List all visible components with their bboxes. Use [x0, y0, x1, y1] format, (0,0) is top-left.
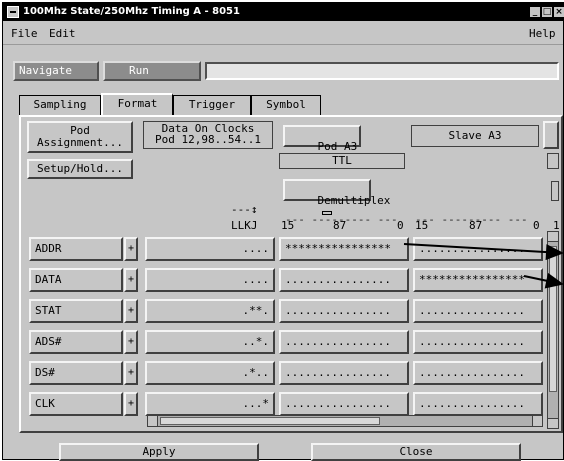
slave-a3-bit-cell[interactable]: ................ — [413, 392, 543, 416]
slave-a3-label: Slave A3 — [411, 125, 539, 147]
vertical-scrollbar[interactable] — [547, 231, 559, 429]
navigate-button[interactable]: Navigate — [13, 61, 99, 81]
clock-header: LLKJ — [231, 219, 258, 232]
clock-assignment-cell[interactable]: .... — [145, 237, 275, 261]
minimize-icon[interactable]: _ — [529, 6, 541, 18]
clock-header-top: ---↕ — [231, 203, 258, 216]
right-panel-scroll-slot-3[interactable] — [551, 181, 559, 201]
main-window: 100Mhz State/250Mhz Timing A - 8051 _ □ … — [2, 2, 564, 461]
demultiplex-label: Demultiplex — [317, 194, 391, 207]
menu-edit[interactable]: Edit — [49, 27, 76, 40]
window-title: 100Mhz State/250Mhz Timing A - 8051 — [23, 6, 240, 17]
pod-assignment-button[interactable]: Pod Assignment... — [27, 121, 133, 153]
data-on-clocks-label: Data On Clocks Pod 12,98..54..1 — [143, 121, 273, 149]
scroll-right-icon[interactable] — [532, 416, 542, 426]
row-label-name[interactable]: CLK — [29, 392, 123, 416]
tab-trigger[interactable]: Trigger — [173, 95, 251, 115]
pod-b-bit-0: 0 — [533, 219, 540, 232]
hscroll-thumb[interactable] — [160, 417, 380, 425]
row-expand-button[interactable]: + — [124, 299, 138, 323]
row-label-name[interactable]: ADDR — [29, 237, 123, 261]
demultiplex-selector[interactable]: Demultiplex — [283, 179, 390, 215]
pod-a3-label: Pod A3 — [317, 140, 358, 153]
pod-a-bit-0: 0 — [397, 219, 404, 232]
close-button[interactable]: Close — [311, 443, 521, 461]
row-expand-button[interactable]: + — [124, 330, 138, 354]
tab-format[interactable]: Format — [101, 93, 173, 115]
slave-a3-bit-cell[interactable]: ................ — [413, 361, 543, 385]
scroll-thumb[interactable] — [549, 246, 557, 392]
row-expand-button[interactable]: + — [124, 392, 138, 416]
menu-bar: File Edit Help — [3, 23, 563, 45]
row-expand-button[interactable]: + — [124, 361, 138, 385]
status-field — [205, 62, 559, 80]
setup-hold-button[interactable]: Setup/Hold... — [27, 159, 133, 179]
pod-a3-selector[interactable]: Pod A3 — [283, 125, 361, 161]
scroll-down-icon[interactable] — [548, 418, 558, 428]
title-bar: 100Mhz State/250Mhz Timing A - 8051 _ □ … — [3, 3, 564, 21]
window-menu-icon[interactable] — [7, 6, 19, 18]
horizontal-scrollbar[interactable] — [147, 415, 543, 427]
scroll-up-icon[interactable] — [548, 232, 558, 242]
menu-help[interactable]: Help — [529, 27, 556, 40]
pod-a3-bit-cell[interactable]: ................ — [279, 392, 409, 416]
row-label-name[interactable]: DATA — [29, 268, 123, 292]
pod-a-bit-15: 15 — [281, 219, 295, 232]
tab-sampling[interactable]: Sampling — [19, 95, 101, 115]
menu-file[interactable]: File — [11, 27, 38, 40]
bottom-bar: Apply Close — [3, 443, 563, 461]
slave-a3-bit-cell[interactable]: ................ — [413, 299, 543, 323]
pod-a3-bit-cell[interactable]: ................ — [279, 268, 409, 292]
pod-a3-bit-cell[interactable]: ................ — [279, 361, 409, 385]
clock-assignment-cell[interactable]: .*.. — [145, 361, 275, 385]
pod-a3-bit-cell[interactable]: ................ — [279, 299, 409, 323]
clock-assignment-cell[interactable]: .**. — [145, 299, 275, 323]
row-label-name[interactable]: ADS# — [29, 330, 123, 354]
clock-assignment-cell[interactable]: ...* — [145, 392, 275, 416]
pod-a3-bit-cell[interactable]: **************** — [279, 237, 409, 261]
row-label-name[interactable]: DS# — [29, 361, 123, 385]
pod-a-bit-87: 87 — [333, 219, 347, 232]
ttl-label: TTL — [279, 153, 405, 169]
tab-symbol[interactable]: Symbol — [251, 95, 321, 115]
pod-b-bit-87: 87 — [469, 219, 483, 232]
apply-button[interactable]: Apply — [59, 443, 259, 461]
pod-a3-bit-cell[interactable]: ................ — [279, 330, 409, 354]
right-panel-scroll-slot[interactable] — [543, 121, 559, 149]
close-icon[interactable]: × — [553, 6, 564, 18]
toolbar: Navigate Run — [3, 61, 563, 83]
row-expand-button[interactable]: + — [124, 237, 138, 261]
clock-assignment-cell[interactable]: .... — [145, 268, 275, 292]
slave-a3-bit-cell[interactable]: **************** — [413, 268, 543, 292]
right-panel-scroll-slot-2[interactable] — [547, 153, 559, 169]
run-button[interactable]: Run — [103, 61, 201, 81]
slave-a3-bit-cell[interactable]: ................ — [413, 330, 543, 354]
clock-assignment-cell[interactable]: ..*. — [145, 330, 275, 354]
scroll-left-icon[interactable] — [148, 416, 158, 426]
slave-a3-bit-cell[interactable]: ................ — [413, 237, 543, 261]
pod-b-bit-15: 15 — [415, 219, 429, 232]
row-label-name[interactable]: STAT — [29, 299, 123, 323]
row-expand-button[interactable]: + — [124, 268, 138, 292]
maximize-icon[interactable]: □ — [541, 6, 553, 18]
